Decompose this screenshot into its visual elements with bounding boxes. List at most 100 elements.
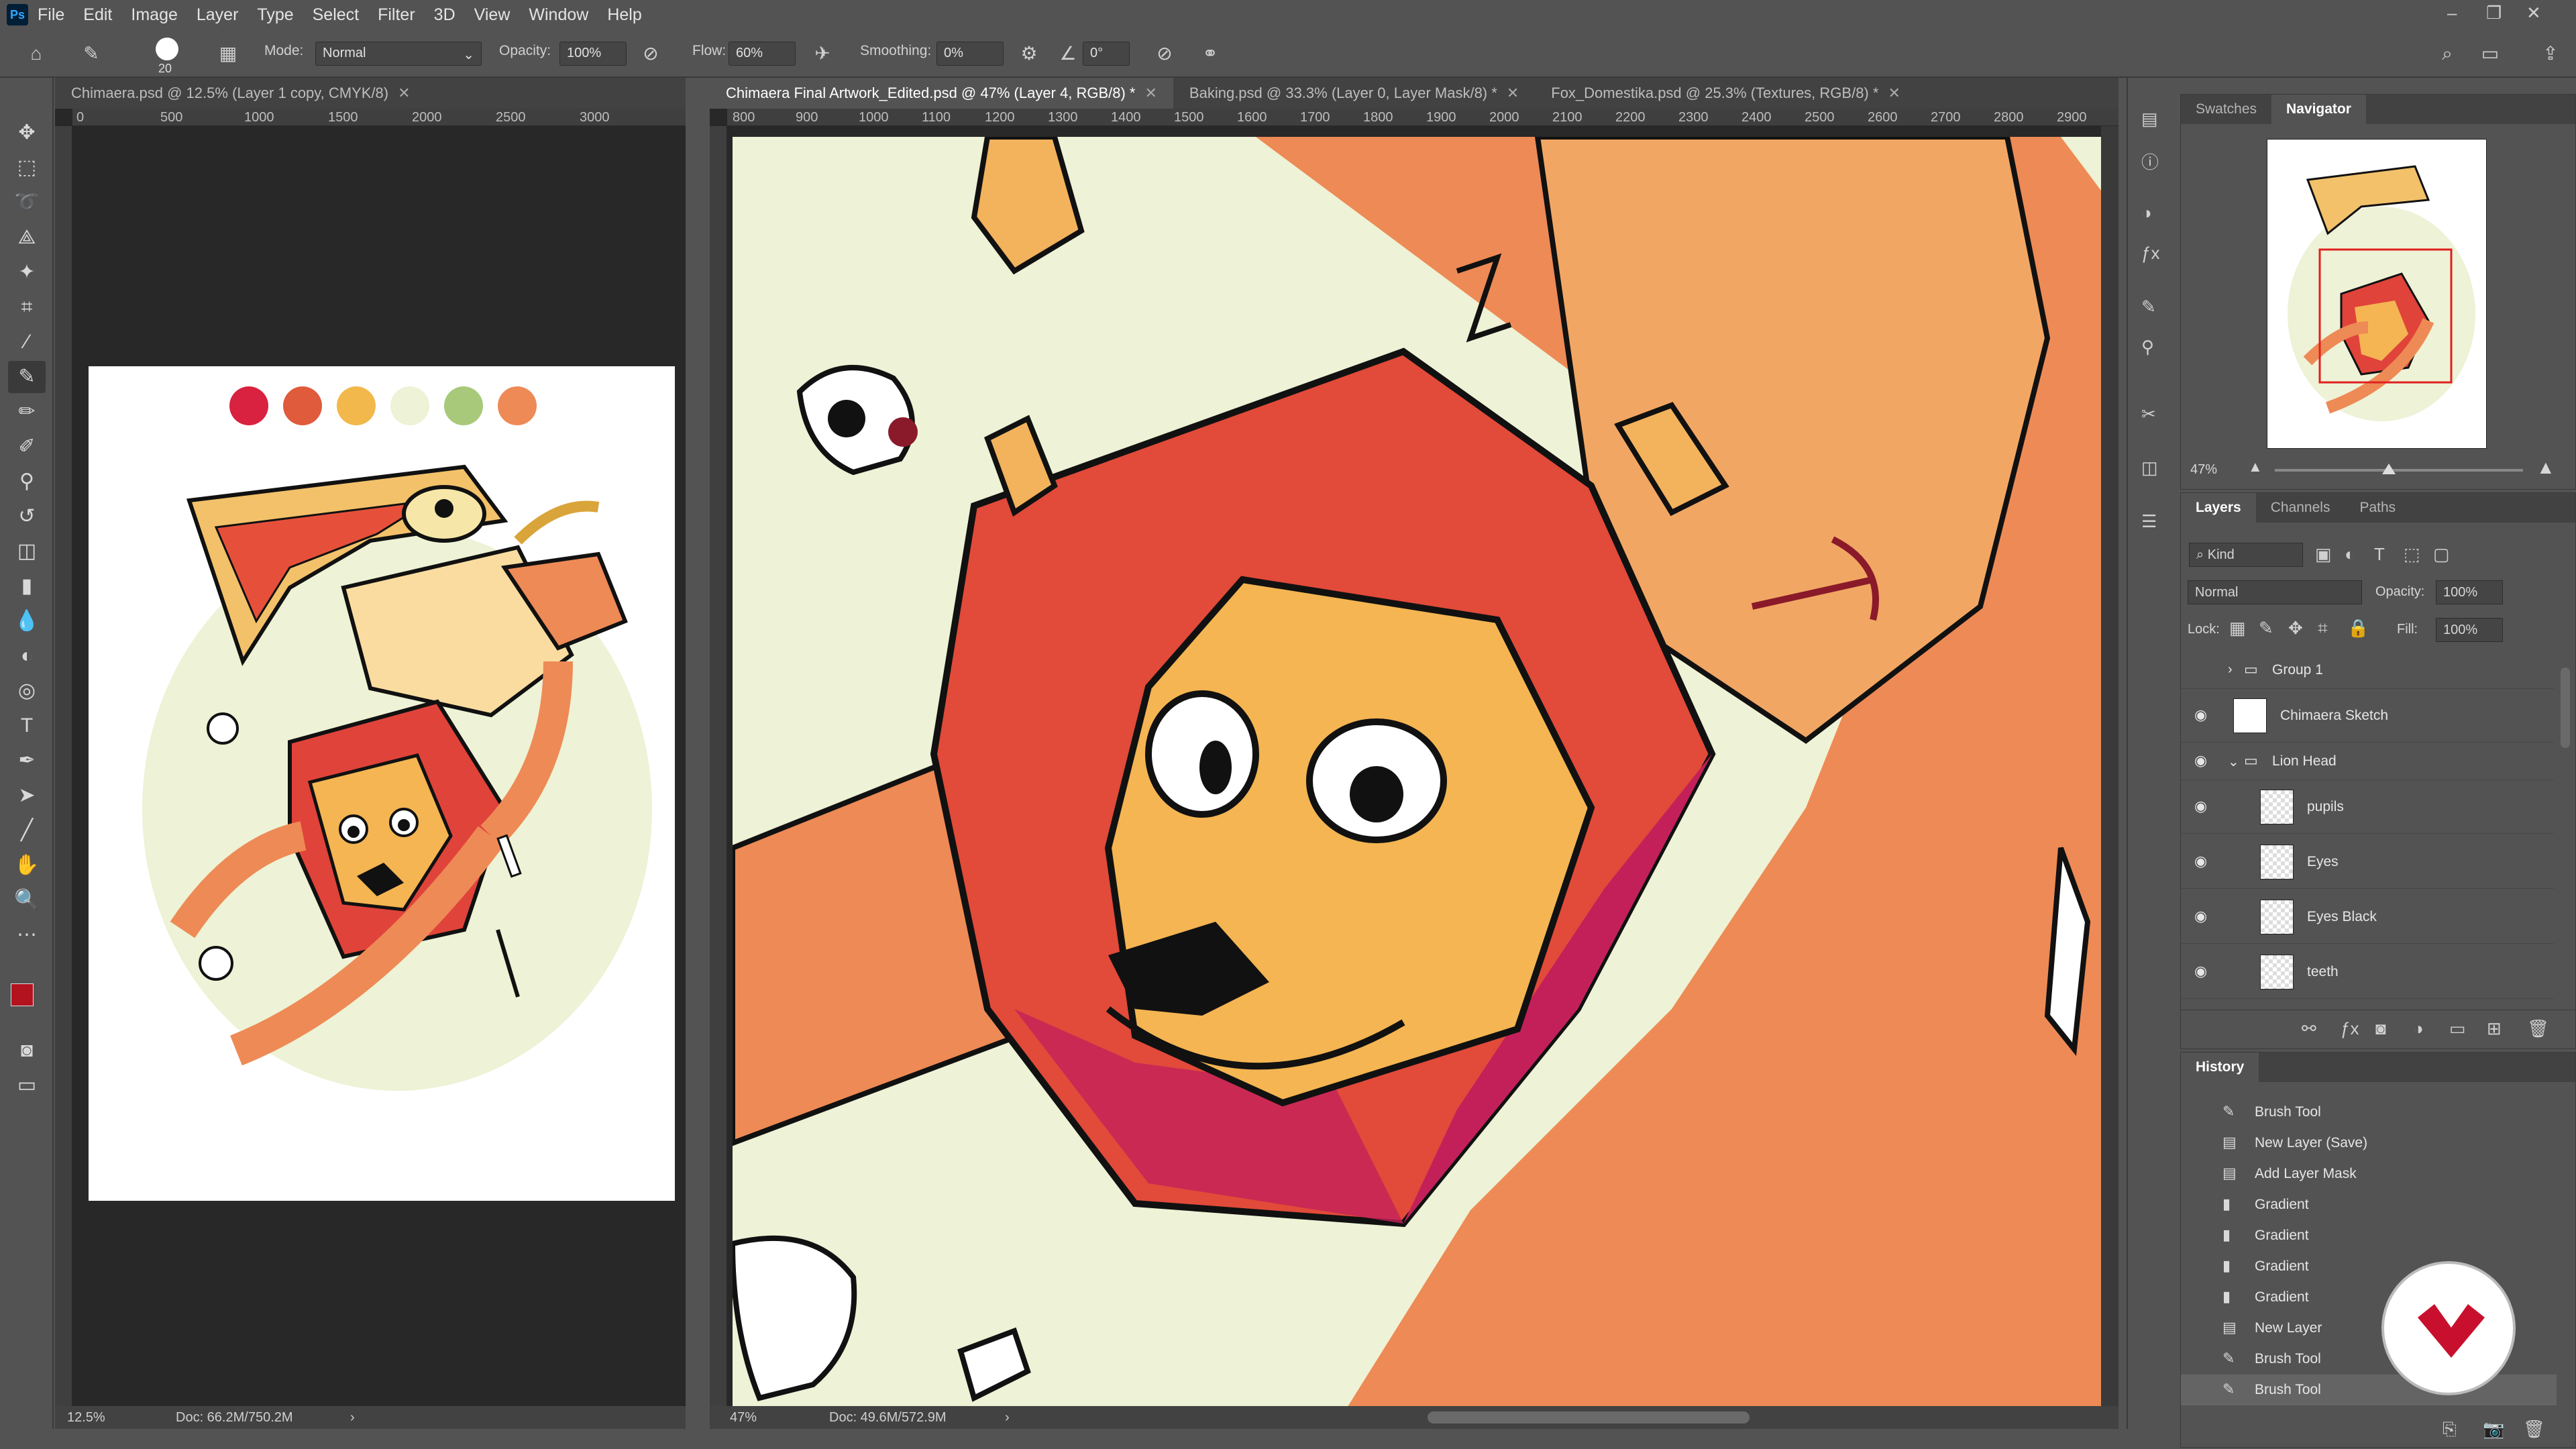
lock-all-icon[interactable]: 🔒 <box>2347 618 2369 639</box>
main-zoom-level[interactable]: 47% <box>730 1406 757 1429</box>
workspace-icon[interactable]: ▭ <box>2478 42 2502 66</box>
left-zoom-level[interactable]: 12.5% <box>67 1406 105 1429</box>
filter-type-icon[interactable]: T <box>2374 544 2385 565</box>
foreground-color-swatch[interactable] <box>11 983 34 1006</box>
share-icon[interactable]: ⇪ <box>2538 42 2563 66</box>
filter-smart-object-icon[interactable]: ▢ <box>2433 544 2450 565</box>
menu-select[interactable]: Select <box>313 5 359 25</box>
search-icon[interactable]: ⌕ <box>2435 42 2459 66</box>
menu-window[interactable]: Window <box>529 5 588 25</box>
delete-layer-icon[interactable]: 🗑 <box>2527 1018 2549 1039</box>
artwork-thumbnail[interactable] <box>89 366 675 1201</box>
blur-tool-icon[interactable]: 💧 <box>8 605 46 637</box>
layer-filter-select[interactable]: ⌕ Kind <box>2189 543 2303 567</box>
menu-edit[interactable]: Edit <box>83 5 112 25</box>
link-layers-icon[interactable]: ⚯ <box>2302 1018 2316 1039</box>
menu-help[interactable]: Help <box>607 5 641 25</box>
new-document-from-state-icon[interactable]: ⎘ <box>2443 1419 2457 1440</box>
flow-field[interactable]: 60% <box>729 42 796 66</box>
close-tab-icon[interactable]: ✕ <box>398 85 410 101</box>
visibility-eye-icon[interactable]: ◉ <box>2194 908 2213 926</box>
gear-icon[interactable]: ⚙ <box>1017 42 1041 66</box>
zoom-in-icon[interactable]: ▲ <box>2536 457 2555 478</box>
adjustments-icon[interactable]: ◑ <box>2141 203 2152 223</box>
crop-tool-icon[interactable]: ⌗ <box>8 291 46 323</box>
main-canvas[interactable] <box>733 137 2101 1425</box>
tab-channels[interactable]: Channels <box>2256 493 2345 523</box>
minimize-icon[interactable]: – <box>2447 3 2457 23</box>
history-state[interactable]: ▤ New Layer (Save) <box>2181 1128 2557 1159</box>
smoothing-field[interactable]: 0% <box>936 42 1004 66</box>
pencil-tool-icon[interactable]: ✏ <box>8 396 46 428</box>
visibility-eye-icon[interactable]: ◉ <box>2194 963 2213 981</box>
properties-icon[interactable]: ▤ <box>2141 109 2158 129</box>
horizontal-scrollbar[interactable] <box>1428 1411 1750 1424</box>
angle-field[interactable]: 0° <box>1083 42 1130 66</box>
brush-settings-icon[interactable]: ▦ <box>216 42 240 66</box>
tab-layers[interactable]: Layers <box>2181 493 2256 523</box>
zoom-slider-handle[interactable] <box>2382 464 2396 474</box>
new-group-icon[interactable]: ▭ <box>2449 1018 2466 1039</box>
visibility-eye-icon[interactable]: ◉ <box>2194 706 2213 725</box>
tab-paths[interactable]: Paths <box>2345 493 2410 523</box>
clone-stamp-icon[interactable]: ⚲ <box>8 466 46 498</box>
close-tab-icon[interactable]: ✕ <box>1888 85 1900 101</box>
close-tab-icon[interactable]: ✕ <box>1507 85 1519 101</box>
more-tools-icon[interactable]: ⋯ <box>8 919 46 951</box>
delete-state-icon[interactable]: 🗑 <box>2523 1419 2545 1440</box>
group-toggle-icon[interactable]: ⌄ <box>2228 753 2239 770</box>
polygonal-lasso-icon[interactable]: ⟁ <box>8 221 46 254</box>
pressure-size-icon[interactable]: ⊘ <box>1152 42 1177 66</box>
clone-source-icon[interactable]: ⚲ <box>2141 337 2154 358</box>
layer-row[interactable]: ◉ Eyes <box>2181 835 2554 889</box>
layer-row[interactable]: ◉ Chimaera Sketch <box>2181 689 2554 743</box>
tab-swatches[interactable]: Swatches <box>2181 95 2271 124</box>
new-layer-icon[interactable]: ⊞ <box>2487 1018 2502 1039</box>
tab-history[interactable]: History <box>2181 1053 2259 1082</box>
eyedropper-icon[interactable]: ⁄ <box>8 326 46 358</box>
menu-layer[interactable]: Layer <box>197 5 239 25</box>
screen-mode-icon[interactable]: ▭ <box>8 1069 46 1102</box>
vertical-scrollbar[interactable] <box>2101 126 2118 1406</box>
brush-settings-panel-icon[interactable]: ☰ <box>2141 511 2157 532</box>
filter-adjustment-icon[interactable]: ◐ <box>2345 544 2355 565</box>
history-brush-icon[interactable]: ↺ <box>8 500 46 533</box>
airbrush-icon[interactable]: ✈ <box>810 42 835 66</box>
history-state[interactable]: ▮ Gradient <box>2181 1220 2557 1251</box>
gradient-icon[interactable]: ▮ <box>8 570 46 602</box>
mode-select[interactable]: Normal ⌄ <box>315 42 482 66</box>
magic-wand-icon[interactable]: ✦ <box>8 256 46 288</box>
brush-tip-preview[interactable] <box>156 38 178 60</box>
lasso-tool-icon[interactable]: ➰ <box>8 186 46 219</box>
menu-view[interactable]: View <box>474 5 511 25</box>
document-tab[interactable]: Baking.psd @ 33.3% (Layer 0, Layer Mask/… <box>1173 78 1536 109</box>
quick-mask-icon[interactable]: ◙ <box>8 1034 46 1067</box>
fill-field[interactable]: 100% <box>2436 618 2503 642</box>
tab-navigator[interactable]: Navigator <box>2271 95 2366 124</box>
visibility-eye-icon[interactable]: ◉ <box>2194 798 2213 816</box>
layer-row[interactable]: ◉ teeth <box>2181 945 2554 999</box>
marquee-tool-icon[interactable]: ⬚ <box>8 152 46 184</box>
layer-opacity-field[interactable]: 100% <box>2436 580 2503 604</box>
libraries-icon[interactable]: ◫ <box>2141 458 2158 478</box>
pressure-opacity-icon[interactable]: ⊘ <box>639 42 663 66</box>
tool-presets-icon[interactable]: ✂ <box>2141 404 2156 425</box>
group-toggle-icon[interactable]: › <box>2228 662 2233 678</box>
symmetry-icon[interactable]: ⚭ <box>1198 42 1222 66</box>
move-tool-icon[interactable]: ✥ <box>8 117 46 149</box>
menu-image[interactable]: Image <box>131 5 177 25</box>
snapshot-icon[interactable]: 📷 <box>2483 1419 2504 1440</box>
line-tool-icon[interactable]: ╱ <box>8 814 46 847</box>
chevron-right-icon[interactable]: › <box>350 1406 355 1429</box>
chevron-right-icon[interactable]: › <box>1005 1406 1010 1429</box>
zoom-slider[interactable] <box>2275 469 2523 472</box>
pen-tool-icon[interactable]: ✒ <box>8 745 46 777</box>
brush-preset-icon[interactable]: ✎ <box>79 42 103 66</box>
navigator-preview[interactable] <box>2267 139 2487 449</box>
lock-image-icon[interactable]: ✎ <box>2259 618 2273 639</box>
restore-icon[interactable]: ❐ <box>2486 3 2502 23</box>
sponge-tool-icon[interactable]: ◎ <box>8 675 46 707</box>
layer-row[interactable]: ◉ Eyes Black <box>2181 890 2554 944</box>
lock-artboard-icon[interactable]: ⌗ <box>2318 618 2328 639</box>
filter-shape-icon[interactable]: ⬚ <box>2404 544 2420 565</box>
